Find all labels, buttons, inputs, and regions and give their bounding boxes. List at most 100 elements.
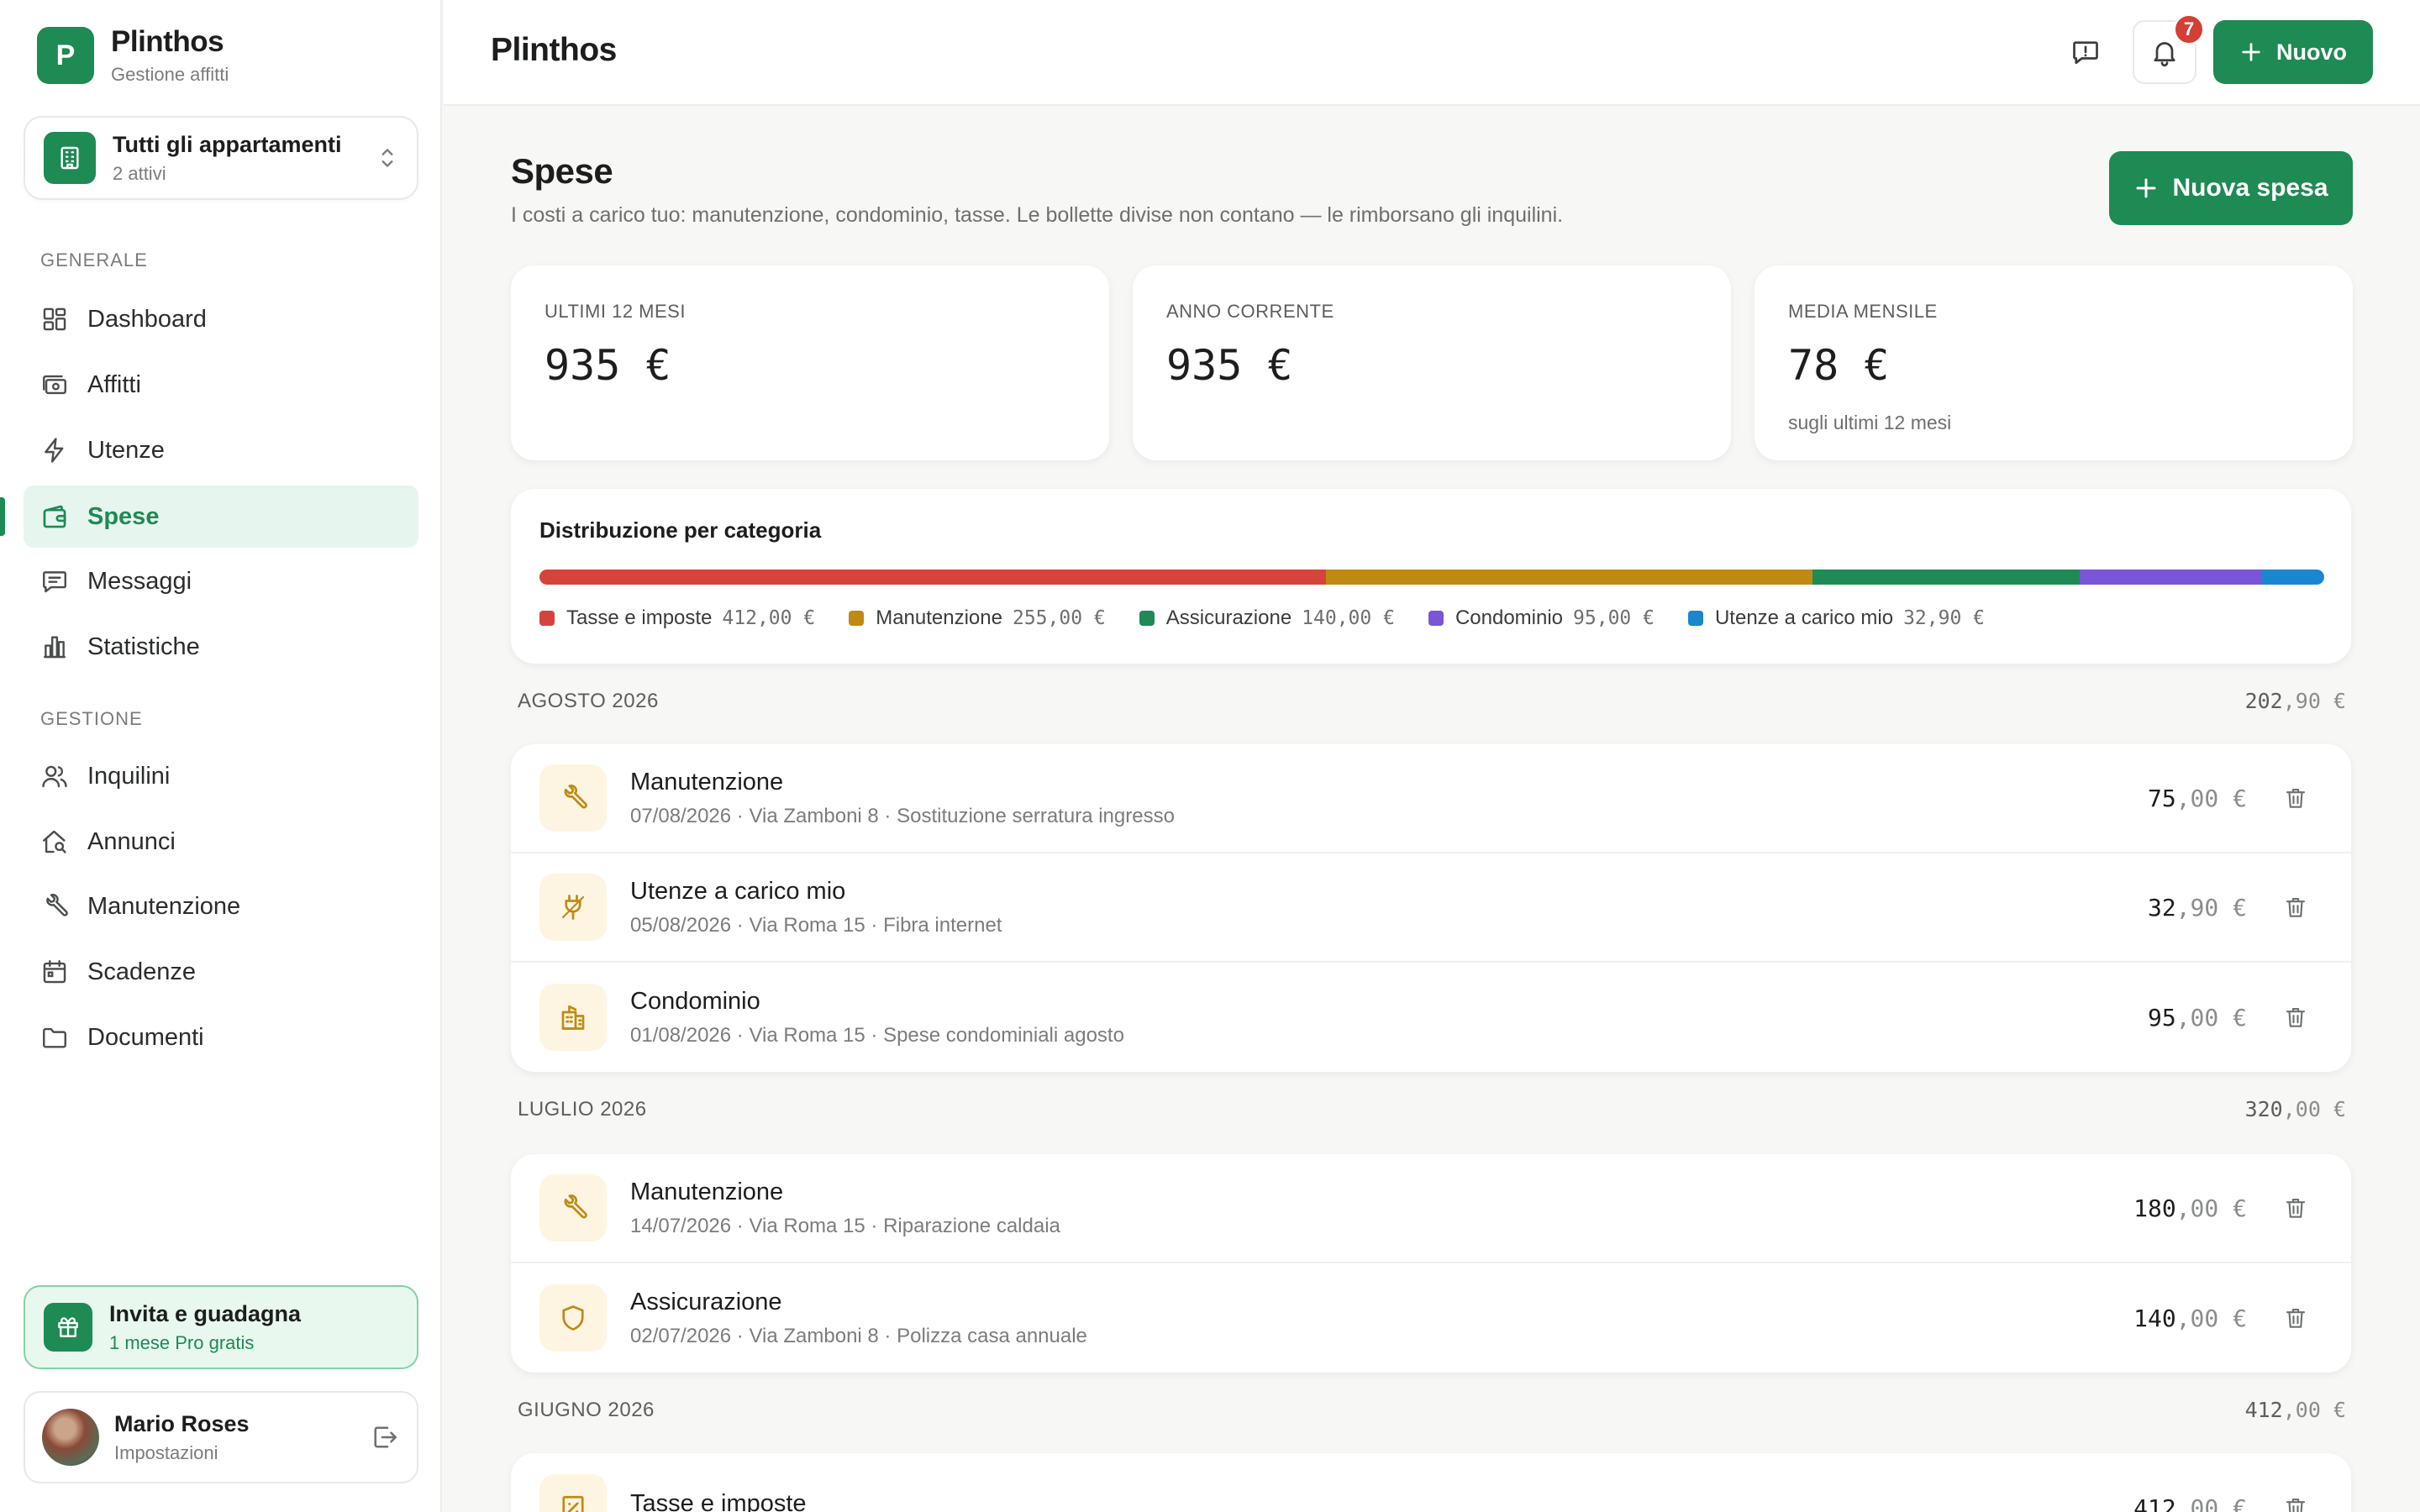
wrench-icon <box>539 764 607 832</box>
month-name: AGOSTO 2026 <box>518 689 659 712</box>
stat-label: MEDIA MENSILE <box>1788 301 1938 322</box>
nav-section-general: GENERALE <box>40 249 148 270</box>
sidebar-item-dashboard[interactable]: Dashboard <box>24 288 418 350</box>
sidebar-item-scadenze[interactable]: Scadenze <box>24 941 418 1003</box>
expense-title: Manutenzione <box>630 768 784 795</box>
plus-icon <box>2136 178 2156 198</box>
legend-item: Utenze a carico mio 32,90 € <box>1687 606 1985 630</box>
distribution-segment <box>539 570 1327 585</box>
sidebar-item-manutenzione[interactable]: Manutenzione <box>24 875 418 937</box>
users-icon <box>42 765 67 788</box>
legend-label: Assicurazione <box>1165 606 1292 629</box>
feedback-button[interactable] <box>2054 20 2118 84</box>
page-subtitle: I costi a carico tuo: manutenzione, cond… <box>511 203 1564 227</box>
sidebar-item-documenti[interactable]: Documenti <box>24 1006 418 1068</box>
bolt-icon <box>45 438 64 463</box>
legend-label: Tasse e imposte <box>566 606 713 629</box>
nav-section-management: GESTIONE <box>40 708 143 729</box>
user-card[interactable]: Mario Roses Impostazioni <box>24 1391 418 1483</box>
expense-row[interactable]: Condominio 01/08/2026 · Via Roma 15 · Spe… <box>511 963 2351 1072</box>
expense-amount: 140,00 € <box>2133 1304 2247 1332</box>
stat-value: 935 € <box>1166 341 1293 390</box>
month-total: 202,90 € <box>2244 689 2346 713</box>
apartment-switcher-subtitle: 2 attivi <box>113 162 166 184</box>
expense-title: Condominio <box>630 987 760 1015</box>
user-name: Mario Roses <box>114 1410 250 1436</box>
sidebar-item-spese[interactable]: Spese <box>24 486 418 548</box>
month-header: GIUGNO 2026 412,00 € <box>518 1398 2346 1422</box>
expense-title: Manutenzione <box>630 1178 784 1205</box>
sidebar-item-affitti[interactable]: Affitti <box>24 354 418 416</box>
topbar-title: Plinthos <box>491 32 617 68</box>
new-expense-button[interactable]: Nuova spesa <box>2109 151 2353 225</box>
dashboard-icon <box>43 307 66 331</box>
legend-amount: 140,00 € <box>1302 607 1395 629</box>
expense-list: Manutenzione 07/08/2026 · Via Zamboni 8 ·… <box>511 744 2351 1072</box>
delete-button[interactable] <box>2281 1193 2311 1223</box>
sidebar: P Plinthos Gestione affitti Tutti gli ap… <box>0 0 442 1512</box>
sidebar-item-inquilini[interactable]: Inquilini <box>24 745 418 807</box>
plus-icon <box>2242 43 2260 61</box>
house-search-icon <box>43 830 66 853</box>
expense-row[interactable]: Assicurazione 02/07/2026 · Via Zamboni 8 … <box>511 1263 2351 1373</box>
sidebar-item-utenze[interactable]: Utenze <box>24 419 418 481</box>
distribution-bar <box>539 570 2324 585</box>
apartment-switcher[interactable]: Tutti gli appartamenti 2 attivi <box>24 116 418 200</box>
wallet-icon <box>43 505 66 528</box>
folder-icon <box>43 1027 66 1048</box>
legend-amount: 255,00 € <box>1012 607 1106 629</box>
expense-row[interactable]: Tasse e imposte 412,00 € <box>511 1453 2351 1512</box>
trash-icon <box>2286 788 2306 808</box>
trash-icon <box>2286 897 2306 917</box>
distribution-segment <box>1812 570 2081 585</box>
delete-button[interactable] <box>2281 1002 2311 1032</box>
legend-label: Condominio <box>1455 606 1564 629</box>
expense-amount: 75,00 € <box>2147 784 2247 812</box>
distribution-segment <box>1326 570 1813 585</box>
notifications-button[interactable]: 7 <box>2133 13 2205 84</box>
sidebar-item-statistiche[interactable]: Statistiche <box>24 616 418 678</box>
sidebar-item-label: Annunci <box>87 827 176 855</box>
new-button[interactable]: Nuovo <box>2213 20 2373 84</box>
legend-swatch <box>1139 611 1155 626</box>
sidebar-item-annunci[interactable]: Annunci <box>24 811 418 873</box>
expense-amount: 412,00 € <box>2133 1494 2247 1512</box>
stat-card-last-12-months: ULTIMI 12 MESI 935 € <box>511 265 1109 460</box>
legend-amount: 95,00 € <box>1573 607 1655 629</box>
expense-row[interactable]: Utenze a carico mio 05/08/2026 · Via Roma… <box>511 853 2351 963</box>
brand-subtitle: Gestione affitti <box>111 64 229 85</box>
legend-amount: 32,90 € <box>1903 607 1985 629</box>
delete-button[interactable] <box>2281 1303 2311 1333</box>
invite-title: Invita e guadagna <box>109 1300 302 1326</box>
stat-label: ANNO CORRENTE <box>1166 301 1334 322</box>
chart-icon <box>44 636 66 659</box>
logout-icon[interactable] <box>370 1422 400 1452</box>
sidebar-item-label: Spese <box>87 502 160 530</box>
chevron-up-down-icon <box>381 149 393 167</box>
message-icon <box>43 571 66 593</box>
user-settings-link[interactable]: Impostazioni <box>114 1442 370 1464</box>
active-indicator <box>0 497 5 536</box>
bell-icon <box>2154 42 2175 67</box>
wrench-icon <box>539 1174 607 1242</box>
stat-card-current-year: ANNO CORRENTE 935 € <box>1133 265 1731 460</box>
month-total: 412,00 € <box>2244 1398 2346 1422</box>
delete-button[interactable] <box>2281 1493 2311 1512</box>
sidebar-item-label: Dashboard <box>87 305 207 333</box>
legend-swatch <box>849 611 865 626</box>
month-name: LUGLIO 2026 <box>518 1097 647 1121</box>
expense-detail: 14/07/2026 · Via Roma 15 · Riparazione c… <box>630 1214 1060 1237</box>
new-expense-button-label: Nuova spesa <box>2172 174 2328 202</box>
month-total: 320,00 € <box>2244 1097 2346 1121</box>
receipt-icon <box>539 1474 607 1512</box>
month-header: AGOSTO 2026 202,90 € <box>518 689 2346 713</box>
sidebar-item-messaggi[interactable]: Messaggi <box>24 550 418 612</box>
invite-card[interactable]: Invita e guadagna 1 mese Pro gratis <box>24 1285 418 1369</box>
expense-amount: 32,90 € <box>2147 893 2247 921</box>
delete-button[interactable] <box>2281 783 2311 813</box>
brand[interactable]: P Plinthos Gestione affitti <box>37 25 229 86</box>
expense-row[interactable]: Manutenzione 14/07/2026 · Via Roma 15 · R… <box>511 1154 2351 1263</box>
expense-detail: 01/08/2026 · Via Roma 15 · Spese condomi… <box>630 1023 1124 1047</box>
delete-button[interactable] <box>2281 892 2311 922</box>
expense-row[interactable]: Manutenzione 07/08/2026 · Via Zamboni 8 ·… <box>511 744 2351 853</box>
